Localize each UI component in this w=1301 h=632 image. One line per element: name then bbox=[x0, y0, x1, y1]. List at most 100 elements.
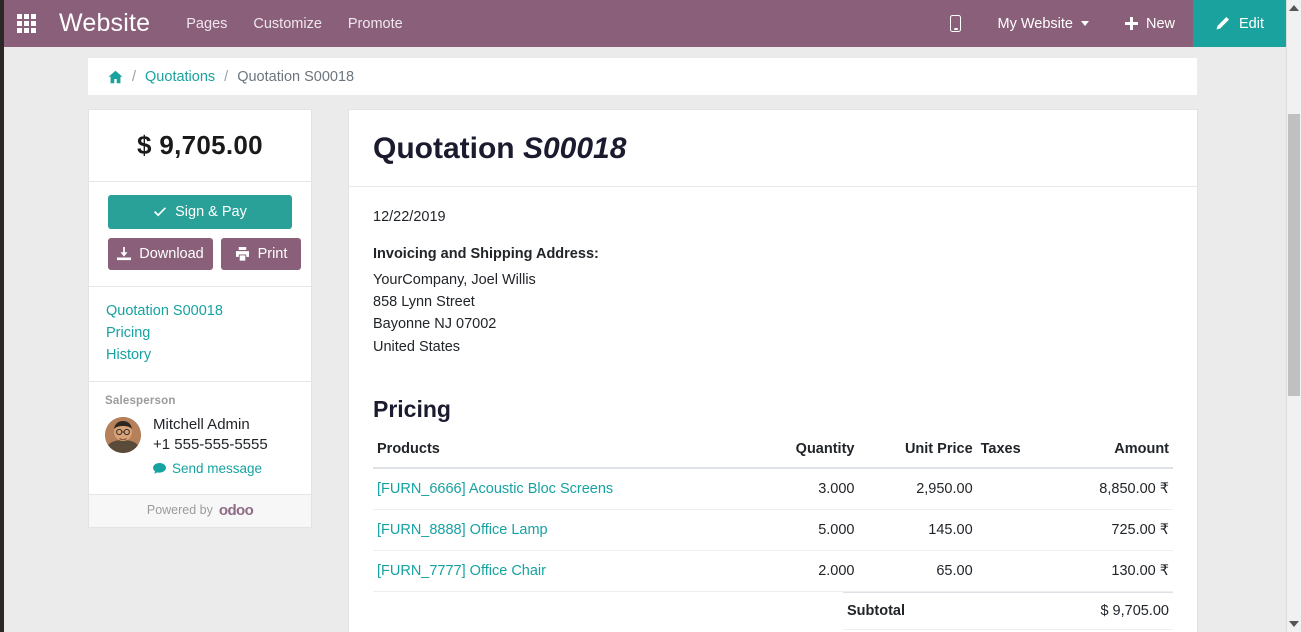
column-header-products: Products bbox=[373, 432, 755, 469]
column-header-amount: Amount bbox=[1051, 432, 1173, 469]
totals-table: Subtotal $ 9,705.00 Total $ 9,705.00 bbox=[843, 591, 1173, 632]
scroll-down-arrow[interactable] bbox=[1287, 616, 1301, 632]
pricing-heading: Pricing bbox=[373, 395, 451, 422]
cell-taxes bbox=[976, 467, 1052, 510]
address-label: Invoicing and Shipping Address: bbox=[373, 246, 599, 262]
salesperson-phone: +1 555-555-5555 bbox=[153, 436, 268, 454]
odoo-logo: odoo bbox=[218, 501, 254, 519]
breadcrumb-separator-1: / bbox=[132, 68, 137, 85]
cell-quantity: 3.000 bbox=[754, 467, 859, 510]
column-header-taxes: Taxes bbox=[976, 432, 1052, 469]
download-label: Download bbox=[139, 246, 204, 262]
new-button[interactable]: New bbox=[1107, 0, 1193, 47]
navbar-menu: Pages Customize Promote bbox=[186, 16, 402, 32]
cell-amount: 130.00 ₹ bbox=[1051, 550, 1173, 592]
download-button[interactable]: Download bbox=[108, 238, 213, 270]
table-row: [FURN_6666] Acoustic Bloc Screens 3.000 … bbox=[373, 467, 1173, 510]
scrollbar-thumb[interactable] bbox=[1288, 114, 1300, 396]
cell-quantity: 2.000 bbox=[754, 550, 859, 592]
send-message-link[interactable]: Send message bbox=[153, 460, 262, 478]
download-icon bbox=[117, 247, 132, 261]
navbar-right-group: My Website New Edit bbox=[932, 0, 1286, 47]
scroll-up-arrow[interactable] bbox=[1287, 0, 1301, 16]
print-label: Print bbox=[257, 246, 288, 262]
column-header-quantity: Quantity bbox=[754, 432, 859, 469]
totals-row-subtotal: Subtotal $ 9,705.00 bbox=[843, 591, 1173, 630]
cell-unit-price: 65.00 bbox=[858, 550, 977, 592]
edit-button-label: Edit bbox=[1239, 15, 1264, 32]
brand-title[interactable]: Website bbox=[59, 11, 150, 36]
nav-item-pages[interactable]: Pages bbox=[186, 16, 227, 32]
printer-icon bbox=[235, 247, 249, 261]
sign-and-pay-label: Sign & Pay bbox=[175, 204, 247, 220]
check-icon bbox=[154, 207, 167, 217]
new-button-label: New bbox=[1145, 15, 1175, 32]
address-line-2: 858 Lynn Street bbox=[373, 294, 475, 311]
quotation-main-card: Quotation S00018 12/22/2019 Invoicing an… bbox=[348, 109, 1198, 632]
cell-quantity: 5.000 bbox=[754, 509, 859, 551]
cell-taxes bbox=[976, 509, 1052, 551]
sign-and-pay-button[interactable]: Sign & Pay bbox=[108, 195, 292, 229]
print-button[interactable]: Print bbox=[221, 238, 301, 270]
home-icon[interactable] bbox=[108, 70, 123, 84]
powered-by-text: Powered by bbox=[146, 503, 213, 517]
subtotal-label: Subtotal bbox=[843, 591, 996, 630]
cell-amount: 8,850.00 ₹ bbox=[1051, 467, 1173, 510]
pricing-table-body: [FURN_6666] Acoustic Bloc Screens 3.000 … bbox=[373, 467, 1173, 592]
sidebar-total-amount: $ 9,705.00 bbox=[89, 110, 311, 182]
avatar bbox=[105, 417, 141, 453]
browser-left-edge bbox=[0, 0, 4, 632]
send-message-label: Send message bbox=[172, 460, 263, 476]
breadcrumb: / Quotations / Quotation S00018 bbox=[88, 58, 1197, 95]
address-line-3: Bayonne NJ 07002 bbox=[373, 316, 497, 333]
pencil-icon bbox=[1216, 17, 1229, 30]
salesperson-info: Mitchell Admin +1 555-555-5555 Send mess… bbox=[153, 415, 268, 480]
mobile-phone-icon[interactable] bbox=[932, 0, 980, 47]
column-header-unit-price: Unit Price bbox=[858, 432, 977, 469]
quotation-body: 12/22/2019 Invoicing and Shipping Addres… bbox=[349, 187, 1197, 632]
cell-taxes bbox=[976, 550, 1052, 592]
sidebar-link-history[interactable]: History bbox=[106, 344, 311, 366]
top-navbar: Website Pages Customize Promote My Websi… bbox=[0, 0, 1286, 47]
product-link[interactable]: [FURN_8888] Office Lamp bbox=[377, 522, 548, 538]
sidebar-links: Quotation S00018 Pricing History bbox=[89, 286, 311, 381]
cell-amount: 725.00 ₹ bbox=[1051, 509, 1173, 551]
sidebar-actions: Sign & Pay Download Print bbox=[89, 182, 311, 286]
table-row: [FURN_7777] Office Chair 2.000 65.00 130… bbox=[373, 550, 1173, 592]
product-link[interactable]: [FURN_7777] Office Chair bbox=[377, 563, 546, 579]
breadcrumb-separator-2: / bbox=[224, 68, 229, 85]
nav-item-customize[interactable]: Customize bbox=[253, 16, 322, 32]
pricing-table: Products Quantity Unit Price Taxes Amoun… bbox=[373, 432, 1173, 592]
navbar-left-group: Website Pages Customize Promote bbox=[0, 0, 403, 47]
breadcrumb-current: Quotation S00018 bbox=[237, 68, 355, 85]
page-title-prefix: Quotation bbox=[373, 132, 523, 165]
cell-unit-price: 145.00 bbox=[858, 509, 977, 551]
website-selector-label: My Website bbox=[997, 15, 1073, 32]
page-title: Quotation S00018 bbox=[373, 132, 1173, 166]
edit-button[interactable]: Edit bbox=[1193, 0, 1286, 47]
quotation-sidebar: $ 9,705.00 Sign & Pay Download Print Quo… bbox=[88, 109, 312, 528]
page-title-reference: S00018 bbox=[522, 132, 627, 165]
apps-grid-icon[interactable] bbox=[14, 12, 38, 36]
breadcrumb-link-quotations[interactable]: Quotations bbox=[145, 69, 215, 85]
nav-item-promote[interactable]: Promote bbox=[348, 16, 403, 32]
salesperson-section: Salesperson Mitchell Admin +1 555-555-55… bbox=[89, 381, 311, 494]
table-header-row: Products Quantity Unit Price Taxes Amoun… bbox=[373, 432, 1173, 469]
quotation-date: 12/22/2019 bbox=[373, 209, 446, 225]
chevron-down-icon bbox=[1080, 21, 1089, 26]
sidebar-link-pricing[interactable]: Pricing bbox=[106, 322, 311, 344]
salesperson-name: Mitchell Admin bbox=[153, 416, 250, 433]
table-row: [FURN_8888] Office Lamp 5.000 145.00 725… bbox=[373, 509, 1173, 551]
address-line-4: United States bbox=[373, 338, 461, 355]
website-selector[interactable]: My Website bbox=[980, 0, 1107, 47]
sidebar-secondary-actions: Download Print bbox=[108, 238, 301, 270]
powered-by-footer: Powered by odoo bbox=[89, 493, 311, 527]
subtotal-value: $ 9,705.00 bbox=[995, 591, 1173, 630]
cell-unit-price: 2,950.00 bbox=[858, 467, 977, 510]
plus-icon bbox=[1124, 17, 1138, 30]
sidebar-link-quotation[interactable]: Quotation S00018 bbox=[106, 300, 311, 322]
product-link[interactable]: [FURN_6666] Acoustic Bloc Screens bbox=[377, 481, 613, 497]
page-scrollbar[interactable] bbox=[1286, 0, 1301, 632]
salesperson-label: Salesperson bbox=[105, 395, 176, 407]
totals-section: Subtotal $ 9,705.00 Total $ 9,705.00 bbox=[843, 591, 1173, 632]
